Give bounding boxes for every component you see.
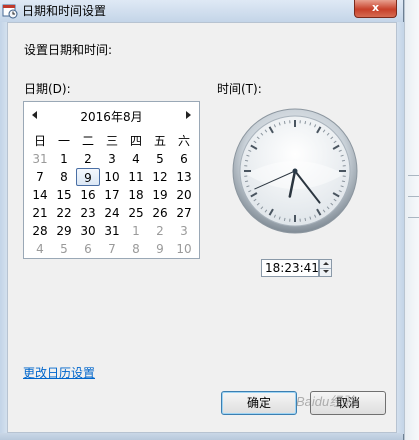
calendar-day[interactable]: 8 — [124, 240, 148, 258]
clock-minute-tick — [304, 121, 307, 125]
window-title: 日期和时间设置 — [22, 4, 107, 18]
calendar-month-title[interactable]: 2016年8月 — [54, 108, 169, 125]
calendar-day[interactable]: 11 — [124, 168, 148, 186]
clock-minute-tick — [283, 217, 286, 221]
window-frame-left — [0, 22, 7, 434]
calendar-day[interactable]: 20 — [172, 186, 196, 204]
clock-minute-tick — [341, 180, 345, 183]
time-label: 时间(T): — [217, 82, 262, 96]
time-spinner[interactable] — [319, 259, 332, 277]
title-bar[interactable]: 日期和时间设置 x — [0, 0, 403, 22]
background-window-edge — [404, 0, 419, 440]
calendar-day[interactable]: 4 — [28, 240, 52, 258]
calendar-day[interactable]: 29 — [52, 222, 76, 240]
clock-minute-tick — [245, 159, 249, 162]
calendar-day[interactable]: 24 — [100, 204, 124, 222]
calendar-day[interactable]: 22 — [52, 204, 76, 222]
calendar-day[interactable]: 2 — [148, 222, 172, 240]
calendar[interactable]: 2016年8月 日一二三四五六 31 1 2 3 4 5 6 7 8 9 10 11 12 13 14 15 16… — [23, 101, 200, 259]
calendar-day[interactable]: 23 — [76, 204, 100, 222]
calendar-day[interactable]: 10 — [100, 168, 124, 186]
watermark-logo: Baidu经验 — [296, 394, 356, 409]
clock-minute-tick — [245, 180, 249, 183]
calendar-day[interactable]: 7 — [100, 240, 124, 258]
calendar-day[interactable]: 31 — [100, 222, 124, 240]
clock-minute-tick — [283, 121, 286, 125]
calendar-day[interactable]: 12 — [148, 168, 172, 186]
calendar-clock-icon — [2, 4, 18, 19]
calendar-day[interactable]: 5 — [148, 150, 172, 168]
date-time-dialog: 日期和时间设置 x 设置日期和时间: 日期(D): 时间(T): 2016年8月… — [0, 0, 404, 440]
calendar-day[interactable]: 13 — [172, 168, 196, 186]
close-button[interactable]: x — [354, 0, 397, 18]
calendar-day[interactable]: 18 — [124, 186, 148, 204]
calendar-day[interactable]: 17 — [100, 186, 124, 204]
calendar-day[interactable]: 4 — [124, 150, 148, 168]
calendar-day[interactable]: 16 — [76, 186, 100, 204]
clock-center-pin — [292, 168, 298, 174]
next-month-arrow-icon[interactable] — [186, 111, 191, 119]
calendar-day[interactable]: 31 — [28, 150, 52, 168]
calendar-day[interactable]: 8 — [52, 168, 76, 186]
weekday-header: 四 — [129, 134, 142, 148]
calendar-day[interactable]: 9 — [148, 240, 172, 258]
calendar-day[interactable]: 2 — [76, 150, 100, 168]
calendar-day[interactable]: 26 — [148, 204, 172, 222]
weekday-header: 日 — [33, 134, 46, 148]
calendar-day[interactable]: 21 — [28, 204, 52, 222]
weekday-header: 一 — [57, 134, 70, 148]
previous-month-arrow-icon[interactable] — [32, 111, 37, 119]
calendar-day[interactable]: 3 — [100, 150, 124, 168]
date-label: 日期(D): — [24, 82, 71, 96]
calendar-grid: 日一二三四五六 31 1 2 3 4 5 6 7 8 9 10 11 12 13 14 15 16 17 18 19 20… — [28, 132, 196, 258]
calendar-day[interactable]: 1 — [52, 150, 76, 168]
calendar-day[interactable]: 10 — [172, 240, 196, 258]
calendar-day[interactable]: 30 — [76, 222, 100, 240]
calendar-day[interactable]: 19 — [148, 186, 172, 204]
spin-down-icon[interactable] — [320, 268, 331, 276]
calendar-day[interactable]: 28 — [28, 222, 52, 240]
calendar-day[interactable]: 15 — [52, 186, 76, 204]
clock-minute-tick — [304, 217, 307, 221]
window-frame-bottom — [0, 433, 403, 440]
analog-clock — [232, 108, 358, 234]
calendar-day[interactable]: 6 — [172, 150, 196, 168]
weekday-header: 二 — [81, 134, 94, 148]
clock-face-icon — [232, 108, 358, 234]
weekday-header: 五 — [153, 134, 166, 148]
calendar-day[interactable]: 3 — [172, 222, 196, 240]
calendar-day[interactable]: 7 — [28, 168, 52, 186]
calendar-day[interactable]: 6 — [76, 240, 100, 258]
calendar-day[interactable]: 1 — [124, 222, 148, 240]
calendar-day[interactable]: 5 — [52, 240, 76, 258]
calendar-day-selected[interactable]: 9 — [76, 168, 100, 186]
weekday-header: 六 — [177, 134, 190, 148]
clock-minute-tick — [341, 159, 345, 162]
close-icon: x — [371, 1, 380, 14]
time-input[interactable]: 18:23:41 — [261, 259, 319, 277]
window-frame-right — [397, 22, 404, 434]
ok-button[interactable]: 确定 — [221, 391, 297, 415]
dialog-client-area: 设置日期和时间: 日期(D): 时间(T): 2016年8月 日一二三四五六 31… — [7, 22, 397, 433]
weekday-header: 三 — [105, 134, 118, 148]
page-heading: 设置日期和时间: — [24, 43, 113, 57]
change-calendar-settings-link[interactable]: 更改日历设置 — [23, 364, 95, 381]
calendar-day[interactable]: 14 — [28, 186, 52, 204]
calendar-day[interactable]: 27 — [172, 204, 196, 222]
calendar-day[interactable]: 25 — [124, 204, 148, 222]
